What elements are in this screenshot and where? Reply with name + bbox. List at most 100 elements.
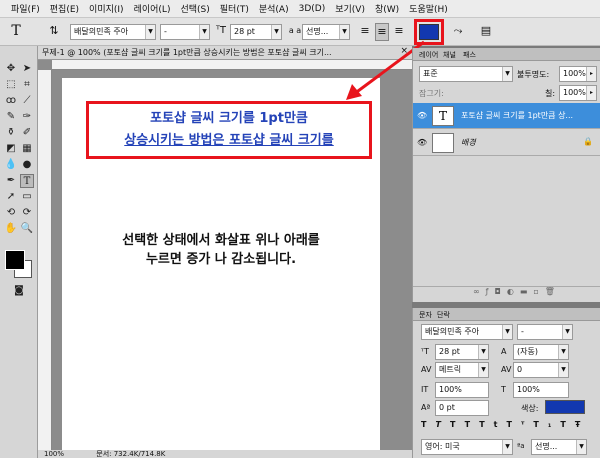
menu-edit[interactable]: 편집(E) <box>45 2 84 15</box>
menu-window[interactable]: 창(W) <box>370 2 404 15</box>
subscript-icon[interactable]: T₁ <box>533 420 560 429</box>
eye-icon[interactable]: 👁 <box>417 138 427 147</box>
options-bar: T ⇅ 배달의민족 주아 ▼ - ▼ ᵀT 28 pt ▼ a a 선명... ▼ ≡ … <box>0 18 600 46</box>
strikethrough-icon[interactable]: Ŧ <box>575 420 589 429</box>
chevron-down-icon: ▼ <box>576 440 586 454</box>
move-tool-icon[interactable]: ✥ <box>4 62 18 76</box>
small-caps-icon[interactable]: Tt <box>479 420 506 429</box>
shape-tool-icon[interactable]: ▭ <box>20 190 34 204</box>
new-layer-icon[interactable]: ▫ <box>533 287 544 296</box>
tracking-select[interactable]: 0 ▼ <box>513 362 569 378</box>
baseline-input[interactable]: 0 pt <box>435 400 489 416</box>
menu-view[interactable]: 보기(V) <box>330 2 370 15</box>
faux-italic-icon[interactable]: T <box>435 420 449 429</box>
layers-footer: ∞ƒ◘◐▬▫🗑 <box>413 286 600 300</box>
menu-help[interactable]: 도움말(H) <box>404 2 453 15</box>
tab-paths[interactable]: 패스 <box>463 50 476 60</box>
gradient-tool-icon[interactable]: ▦ <box>20 142 34 156</box>
text-orientation-icon[interactable]: ⇅ <box>46 23 62 39</box>
lasso-tool-icon[interactable]: ꝏ <box>4 94 18 108</box>
adjustment-icon[interactable]: ◐ <box>507 287 520 296</box>
fill-input[interactable]: 100% ▸ <box>559 85 597 101</box>
history-brush-icon[interactable]: ✐ <box>20 126 34 140</box>
brush-tool-icon[interactable]: ✑ <box>20 110 34 124</box>
char-antialias-select[interactable]: 선명... ▼ <box>531 439 587 455</box>
folder-icon[interactable]: ▬ <box>520 287 534 296</box>
menu-3d[interactable]: 3D(D) <box>294 4 331 14</box>
menu-image[interactable]: 이미지(I) <box>84 2 129 15</box>
char-font-style-select[interactable]: - ▼ <box>517 324 573 340</box>
chevron-down-icon: ▼ <box>271 25 281 39</box>
type-tool-icon[interactable]: T <box>20 174 34 188</box>
char-font-family-select[interactable]: 배달의민족 주아 ▼ <box>421 324 513 340</box>
chevron-down-icon: ▼ <box>145 25 155 39</box>
quick-mask-icon[interactable]: ◙ <box>12 284 26 298</box>
tab-paragraph[interactable]: 단락 <box>437 310 450 320</box>
chevron-down-icon: ▼ <box>562 325 572 339</box>
arrow-tool-icon[interactable]: ➤ <box>20 62 34 76</box>
character-panel-tabs: 문자 단락 <box>413 308 600 321</box>
menu-filter[interactable]: 필터(T) <box>215 2 254 15</box>
dodge-tool-icon[interactable]: ● <box>20 158 34 172</box>
menu-layer[interactable]: 레이어(L) <box>129 2 176 15</box>
pen-tool-icon[interactable]: ✒ <box>4 174 18 188</box>
doc-size: 문서: 732.4K/714.8K <box>96 450 166 458</box>
stamp-tool-icon[interactable]: ⚱ <box>4 126 18 140</box>
opacity-label: 불투명도: <box>517 70 550 79</box>
selected-text[interactable]: 포토샵 글씨 크기를 1pt만큼 상승시키는 방법은 포토샵 글씨 크기를 <box>89 104 369 156</box>
font-family-select[interactable]: 배달의민족 주아 ▼ <box>70 24 156 40</box>
fx-icon[interactable]: ƒ <box>486 287 495 296</box>
blend-mode-select[interactable]: 표준 ▼ <box>419 66 513 82</box>
crop-tool-icon[interactable]: ⌗ <box>20 78 34 92</box>
zoom-level[interactable]: 100% <box>44 450 64 458</box>
tracking-icon: AV <box>501 365 512 374</box>
link-icon[interactable]: ∞ <box>473 287 486 296</box>
3d-camera-icon[interactable]: ⟳ <box>20 206 34 220</box>
trash-icon[interactable]: 🗑 <box>545 287 561 296</box>
blur-tool-icon[interactable]: 💧 <box>4 158 18 172</box>
tab-layers[interactable]: 레이어 <box>419 50 438 60</box>
char-font-size-select[interactable]: 28 pt ▼ <box>435 344 489 360</box>
warp-text-icon[interactable]: ⤳ <box>450 23 466 39</box>
character-panel-icon[interactable]: ▤ <box>478 23 494 39</box>
faux-bold-icon[interactable]: T <box>421 420 435 429</box>
eraser-tool-icon[interactable]: ◩ <box>4 142 18 156</box>
zoom-tool-icon[interactable]: 🔍 <box>20 222 34 236</box>
layer-row-text[interactable]: 👁 T 포토샵 글씨 크기를 1pt만큼 상... <box>413 103 600 129</box>
text-line-3: 선택한 상태에서 화살표 위나 아래를 <box>122 233 320 248</box>
path-select-icon[interactable]: ➚ <box>4 190 18 204</box>
menu-file[interactable]: 파일(F) <box>6 2 45 15</box>
hand-tool-icon[interactable]: ✋ <box>4 222 18 236</box>
superscript-icon[interactable]: Tᵀ <box>507 420 534 429</box>
tab-channels[interactable]: 채널 <box>443 50 456 60</box>
font-size-select[interactable]: 28 pt ▼ <box>230 24 282 40</box>
type-tool-icon[interactable]: T <box>8 23 24 39</box>
font-size-icon: ᵀT <box>216 25 226 36</box>
chevron-down-icon: ▼ <box>502 67 512 81</box>
menu-analysis[interactable]: 분석(A) <box>254 2 294 15</box>
kerning-select[interactable]: 메트릭 ▼ <box>435 362 489 378</box>
leading-select[interactable]: (자동) ▼ <box>513 344 569 360</box>
layer-row-background[interactable]: 👁 배경 🔒 <box>413 130 600 156</box>
3d-rotate-icon[interactable]: ⟲ <box>4 206 18 220</box>
fill-label: 칠: <box>545 89 556 98</box>
quick-select-tool-icon[interactable]: ✎ <box>4 110 18 124</box>
highlight-box: 포토샵 글씨 크기를 1pt만큼 상승시키는 방법은 포토샵 글씨 크기를 <box>86 101 372 159</box>
language-select[interactable]: 영어: 미국 ▼ <box>421 439 513 455</box>
opacity-input[interactable]: 100% ▸ <box>559 66 597 82</box>
underline-icon[interactable]: T <box>560 420 574 429</box>
tab-character[interactable]: 문자 <box>419 310 432 320</box>
char-color-swatch[interactable] <box>545 400 585 414</box>
text-layer[interactable]: 선택한 상태에서 화살표 위나 아래를 누르면 증가 나 감소됩니다. <box>62 174 380 269</box>
menu-select[interactable]: 선택(S) <box>175 2 214 15</box>
eye-icon[interactable]: 👁 <box>417 111 427 120</box>
marquee-tool-icon[interactable]: ⬚ <box>4 78 18 92</box>
font-style-select[interactable]: - ▼ <box>160 24 210 40</box>
horizontal-scale-input[interactable]: 100% <box>513 382 569 398</box>
vertical-scale-input[interactable]: 100% <box>435 382 489 398</box>
mask-icon[interactable]: ◘ <box>495 287 507 296</box>
ruler-left <box>38 70 52 458</box>
eyedropper-tool-icon[interactable]: ⟋ <box>20 94 34 108</box>
all-caps-icon[interactable]: TT <box>450 420 479 429</box>
background-layer-thumb <box>432 133 454 153</box>
